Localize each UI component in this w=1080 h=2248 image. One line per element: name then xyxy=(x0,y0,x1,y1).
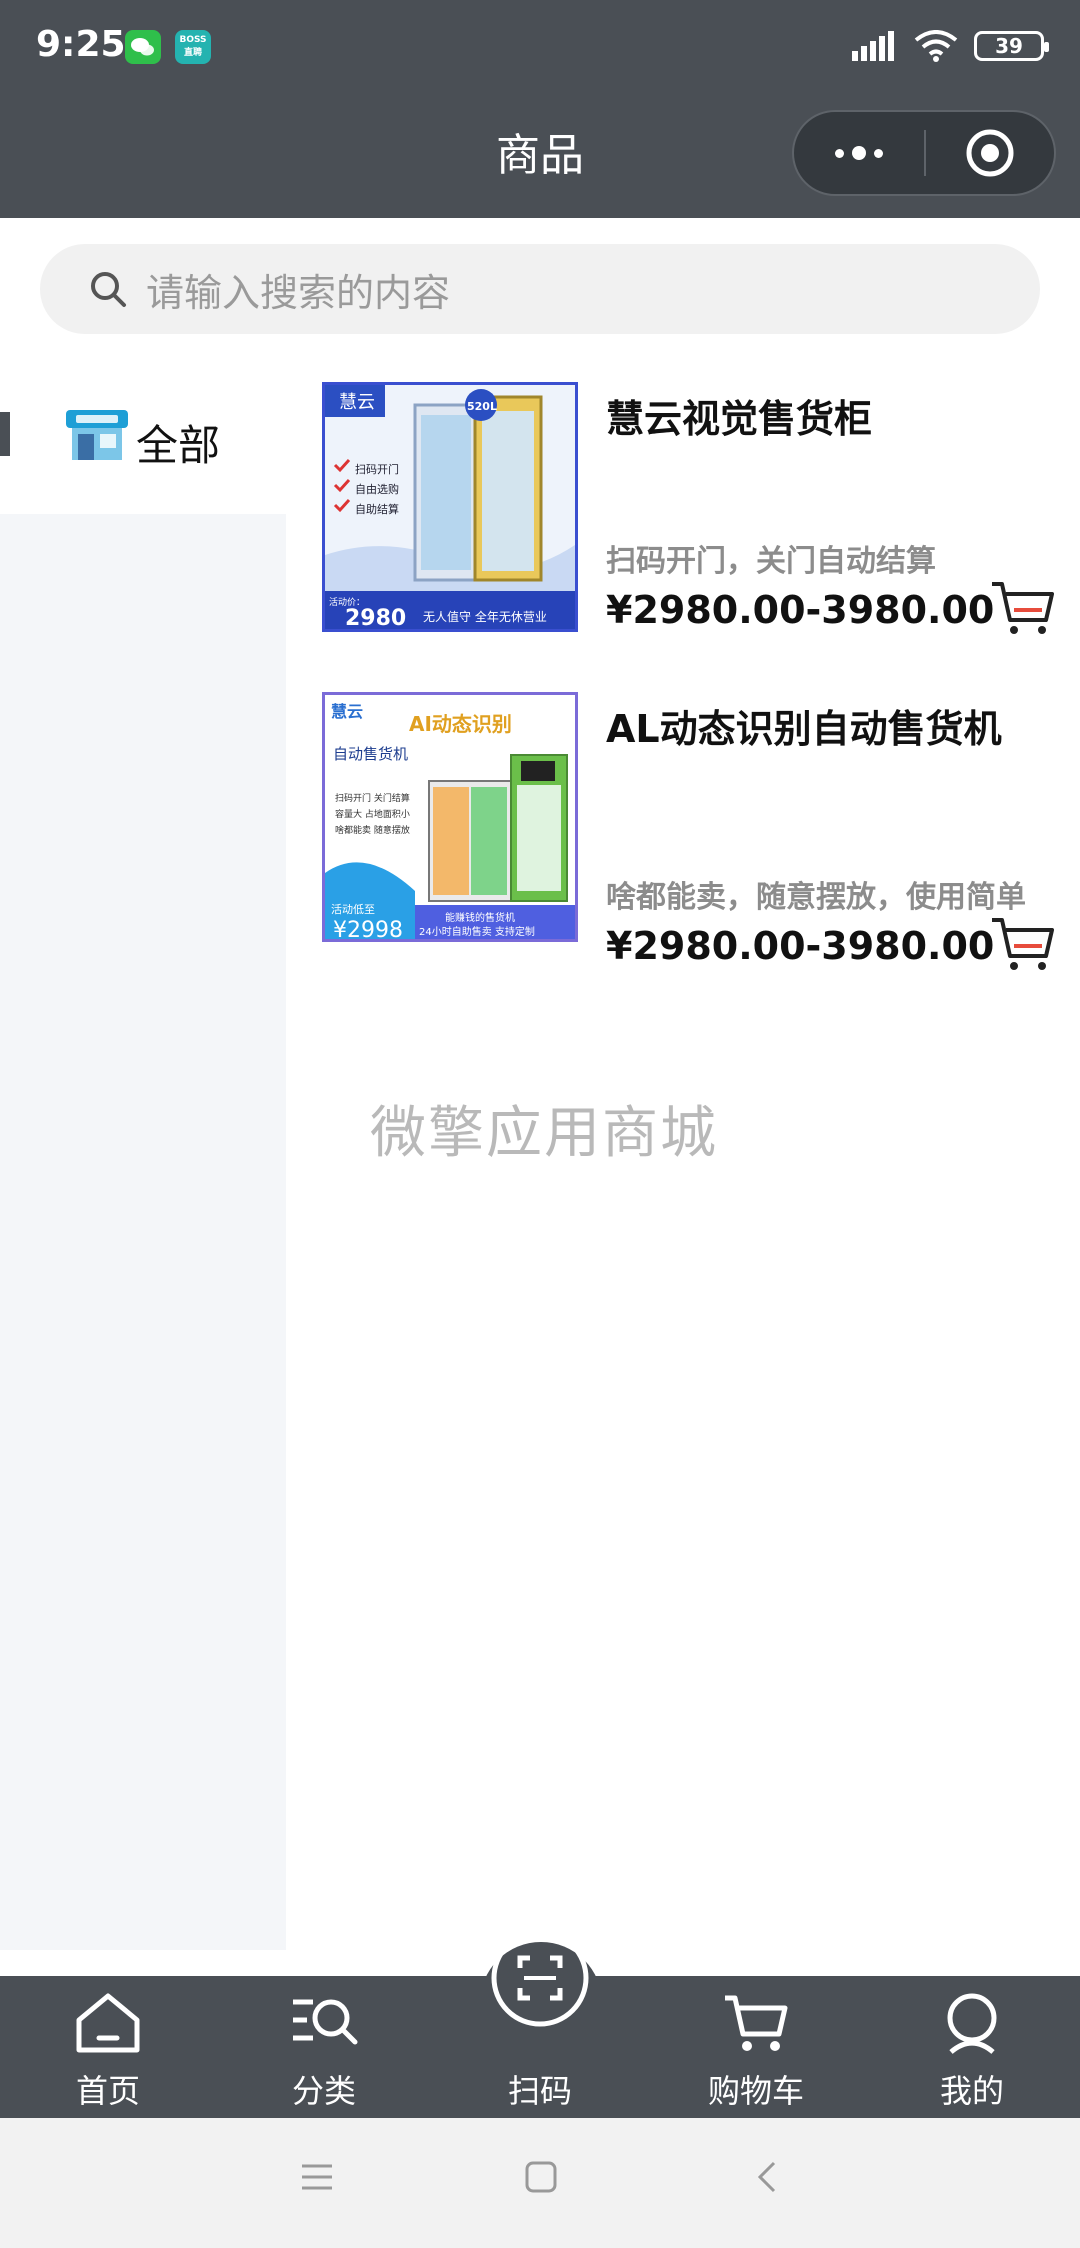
active-indicator xyxy=(0,412,10,456)
cart-icon xyxy=(725,1995,788,2051)
product-card[interactable]: 慧云 AI动态识别 自动售货机 扫码开门 关门结算 容量大 占地面积小 啥都能卖… xyxy=(322,692,1062,970)
target-icon xyxy=(966,129,1014,177)
search-icon xyxy=(91,272,126,307)
svg-text:自由选购: 自由选购 xyxy=(355,482,399,496)
top-bar: 9:25 BOSS 直聘 39 商品 xyxy=(0,0,1080,218)
back-icon[interactable] xyxy=(750,2160,784,2194)
tab-label: 购物车 xyxy=(707,2072,804,2110)
image-brand: 慧云 xyxy=(339,392,375,413)
search-bar[interactable]: 请输入搜索的内容 xyxy=(40,244,1040,334)
close-miniprogram-button[interactable] xyxy=(926,112,1054,194)
svg-text:能赚钱的售货机: 能赚钱的售货机 xyxy=(445,911,515,924)
product-price: ¥2980.00-3980.00 xyxy=(606,924,995,968)
product-price: ¥2980.00-3980.00 xyxy=(606,588,995,632)
system-navigation-bar xyxy=(0,2118,1080,2248)
tab-label: 首页 xyxy=(75,2072,140,2110)
svg-text:活动低至: 活动低至 xyxy=(331,903,375,916)
svg-text:自动售货机: 自动售货机 xyxy=(333,745,408,763)
svg-text:自助结算: 自助结算 xyxy=(355,502,399,516)
store-icon xyxy=(66,410,128,460)
battery-indicator: 39 xyxy=(974,31,1049,61)
svg-text:无人值守 全年无休营业: 无人值守 全年无休营业 xyxy=(423,609,547,624)
product-description: 扫码开门，关门自动结算 xyxy=(606,544,936,579)
add-to-cart-button[interactable] xyxy=(990,578,1056,638)
sidebar-item-label: 全部 xyxy=(136,421,221,470)
product-description: 啥都能卖，随意摆放，使用简单 xyxy=(606,880,1026,915)
svg-text:啥都能卖 随意摆放: 啥都能卖 随意摆放 xyxy=(335,824,410,836)
svg-text:慧云: 慧云 xyxy=(331,702,363,721)
category-sidebar: 全部 xyxy=(0,372,286,1950)
mini-program-capsule xyxy=(792,110,1056,196)
home-square-icon[interactable] xyxy=(524,2160,558,2194)
store-watermark: 微擎应用商城 xyxy=(370,1101,718,1166)
svg-text:扫码开门: 扫码开门 xyxy=(355,462,399,476)
product-image[interactable]: 慧云 520L 扫码开门 自由选购 自助结算 活动价： 2980 无人值守 全年… xyxy=(322,382,578,632)
tab-cart[interactable]: 购物车 xyxy=(676,1976,836,2118)
tab-label: 分类 xyxy=(291,2072,356,2110)
svg-text:AI动态识别: AI动态识别 xyxy=(409,712,512,736)
product-image[interactable]: 慧云 AI动态识别 自动售货机 扫码开门 关门结算 容量大 占地面积小 啥都能卖… xyxy=(322,692,578,942)
scan-icon xyxy=(491,1929,589,2027)
more-dots-icon xyxy=(835,148,844,158)
svg-text:520L: 520L xyxy=(467,400,497,413)
svg-text:容量大 占地面积小: 容量大 占地面积小 xyxy=(335,808,410,820)
product-title[interactable]: 慧云视觉售货柜 xyxy=(606,388,872,443)
tab-label: 我的 xyxy=(939,2072,1004,2110)
bottom-tab-bar: 首页 分类 扫码 购物车 我的 xyxy=(0,1929,1080,2118)
more-dots-icon xyxy=(852,146,866,160)
wechat-icon xyxy=(125,30,161,64)
tab-category[interactable]: 分类 xyxy=(244,1976,404,2118)
product-title[interactable]: AL动态识别自动售货机 xyxy=(606,698,1002,753)
svg-text:24小时自助售卖 支持定制: 24小时自助售卖 支持定制 xyxy=(419,925,535,938)
profile-icon xyxy=(947,1993,997,2054)
add-to-cart-button[interactable] xyxy=(990,914,1056,974)
product-card[interactable]: 慧云 520L 扫码开门 自由选购 自助结算 活动价： 2980 无人值守 全年… xyxy=(322,382,1062,638)
status-indicators: 39 xyxy=(852,30,1049,62)
home-icon xyxy=(76,1993,140,2053)
tab-scan[interactable]: 扫码 xyxy=(460,1929,620,2118)
svg-text:2980: 2980 xyxy=(345,606,406,629)
search-input[interactable]: 请输入搜索的内容 xyxy=(146,262,450,317)
signal-icon xyxy=(852,31,894,61)
tab-label: 扫码 xyxy=(507,2072,572,2110)
svg-text:扫码开门 关门结算: 扫码开门 关门结算 xyxy=(335,792,410,804)
svg-text:¥2998: ¥2998 xyxy=(333,918,403,939)
more-dots-icon xyxy=(874,148,883,158)
status-time: 9:25 xyxy=(36,24,126,65)
wifi-icon xyxy=(914,30,958,62)
menu-icon[interactable] xyxy=(300,2160,334,2194)
boss-app-icon: BOSS 直聘 xyxy=(175,30,211,64)
sidebar-item-all[interactable]: 全部 xyxy=(0,372,286,514)
tab-profile[interactable]: 我的 xyxy=(892,1976,1052,2118)
more-button[interactable] xyxy=(794,112,924,194)
category-search-icon xyxy=(293,1999,358,2045)
tab-home[interactable]: 首页 xyxy=(28,1976,188,2118)
